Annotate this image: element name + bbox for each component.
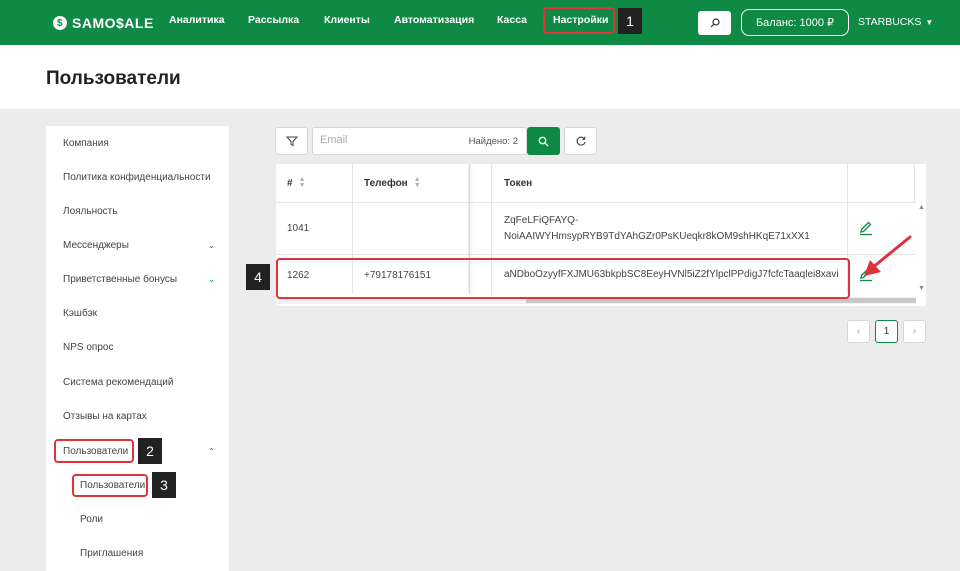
sidebar-item-loyalty[interactable]: Лояльность bbox=[46, 199, 229, 223]
filter-button[interactable] bbox=[275, 127, 308, 155]
sidebar-subitem-label: Роли bbox=[80, 513, 103, 525]
sidebar-item-label: Лояльность bbox=[63, 205, 118, 217]
cell-token: ZqFeLFiQFAYQ- NoiAAIWYHmsypRYB9TdYAhGZr0… bbox=[504, 215, 810, 242]
sidebar-item-referrals[interactable]: Система рекомендаций bbox=[46, 370, 229, 394]
annotation-step-3: 3 bbox=[152, 472, 176, 498]
sidebar-item-label: Компания bbox=[63, 137, 109, 149]
pagination-page[interactable]: 1 bbox=[875, 320, 898, 343]
sidebar-item-label: Политика конфиденциальности bbox=[63, 171, 211, 183]
page-header: Пользователи bbox=[0, 45, 960, 109]
column-header-token: Токен bbox=[504, 177, 533, 189]
sidebar-subitem-roles[interactable]: Роли bbox=[46, 507, 229, 531]
annotation-highlight-row bbox=[276, 258, 850, 299]
logo-text: SAMO$ALE bbox=[72, 15, 154, 31]
scroll-down-arrow-icon[interactable]: ▼ bbox=[918, 285, 925, 292]
sidebar-item-nps[interactable]: NPS опрос bbox=[46, 335, 229, 359]
email-search-field: Найдено: 2 bbox=[312, 127, 527, 155]
pagination-next[interactable]: › bbox=[903, 320, 926, 343]
sidebar-item-welcome-bonuses[interactable]: Приветственные бонусы ⌄ bbox=[46, 267, 229, 291]
divider bbox=[276, 202, 916, 203]
chevron-down-icon: ⌄ bbox=[208, 240, 215, 250]
cell-id: 1041 bbox=[287, 223, 310, 234]
search-submit-button[interactable] bbox=[527, 127, 560, 155]
scroll-up-arrow-icon[interactable]: ▲ bbox=[918, 204, 925, 211]
annotation-arrow-icon bbox=[864, 235, 912, 276]
sidebar-item-map-reviews[interactable]: Отзывы на картах bbox=[46, 404, 229, 428]
sidebar-subitem-invitations[interactable]: Приглашения bbox=[46, 541, 229, 565]
sidebar-item-company[interactable]: Компания bbox=[46, 131, 229, 155]
global-search-button[interactable] bbox=[698, 11, 731, 35]
refresh-button[interactable] bbox=[564, 127, 597, 155]
annotation-step-2: 2 bbox=[138, 438, 162, 464]
sidebar-item-label: Кэшбэк bbox=[63, 307, 98, 319]
search-icon bbox=[538, 136, 549, 146]
annotation-highlight-users-sub bbox=[72, 474, 148, 497]
column-header-phone[interactable]: Телефон ▲ ▼ bbox=[364, 164, 421, 202]
divider bbox=[276, 254, 916, 255]
page-title: Пользователи bbox=[46, 68, 181, 89]
results-count: Найдено: 2 bbox=[468, 136, 518, 147]
chevron-down-icon: ▼ bbox=[925, 17, 934, 27]
annotation-highlight-users bbox=[54, 439, 134, 463]
settings-sidebar: Компания Политика конфиденциальности Лоя… bbox=[46, 126, 229, 571]
sidebar-item-label: Приветственные бонусы bbox=[63, 273, 178, 285]
balance-button[interactable]: Баланс: 1000 ₽ bbox=[741, 9, 849, 36]
nav-clients[interactable]: Клиенты bbox=[324, 14, 370, 26]
sidebar-item-messengers[interactable]: Мессенджеры ⌄ bbox=[46, 233, 229, 257]
nav-automation[interactable]: Автоматизация bbox=[394, 14, 474, 26]
logo-icon: $ bbox=[53, 16, 67, 30]
sort-icon: ▲ ▼ bbox=[413, 176, 421, 189]
search-icon bbox=[710, 18, 720, 28]
sort-icon: ▲ ▼ bbox=[298, 176, 306, 189]
nav-analytics[interactable]: Аналитика bbox=[169, 14, 225, 26]
nav-cashdesk[interactable]: Касса bbox=[497, 14, 527, 26]
pagination-prev[interactable]: ‹ bbox=[847, 320, 870, 343]
nav-mailing[interactable]: Рассылка bbox=[248, 14, 299, 26]
email-input[interactable] bbox=[320, 134, 460, 146]
annotation-step-1: 1 bbox=[618, 8, 642, 34]
divider bbox=[914, 164, 915, 202]
sidebar-item-privacy-policy[interactable]: Политика конфиденциальности bbox=[46, 165, 229, 189]
filter-icon bbox=[285, 136, 298, 147]
refresh-icon bbox=[576, 136, 586, 146]
sidebar-item-cashback[interactable]: Кэшбэк bbox=[46, 301, 229, 325]
top-navigation-bar: $ SAMO$ALE Аналитика Рассылка Клиенты Ав… bbox=[0, 0, 960, 45]
chevron-up-icon: ⌃ bbox=[208, 446, 215, 456]
logo[interactable]: $ SAMO$ALE bbox=[53, 13, 154, 33]
sidebar-item-label: Отзывы на картах bbox=[63, 410, 147, 422]
annotation-highlight-settings bbox=[543, 7, 615, 34]
account-menu[interactable]: STARBUCKS ▼ bbox=[858, 16, 933, 28]
sidebar-item-label: NPS опрос bbox=[63, 341, 114, 353]
annotation-step-4: 4 bbox=[246, 264, 270, 290]
account-name: STARBUCKS bbox=[858, 16, 922, 28]
sidebar-item-label: Мессенджеры bbox=[63, 239, 129, 251]
sidebar-item-label: Система рекомендаций bbox=[63, 376, 174, 388]
sidebar-subitem-label: Приглашения bbox=[80, 547, 144, 559]
column-header-id[interactable]: # ▲ ▼ bbox=[287, 164, 306, 202]
chevron-down-icon: ⌄ bbox=[208, 274, 215, 284]
